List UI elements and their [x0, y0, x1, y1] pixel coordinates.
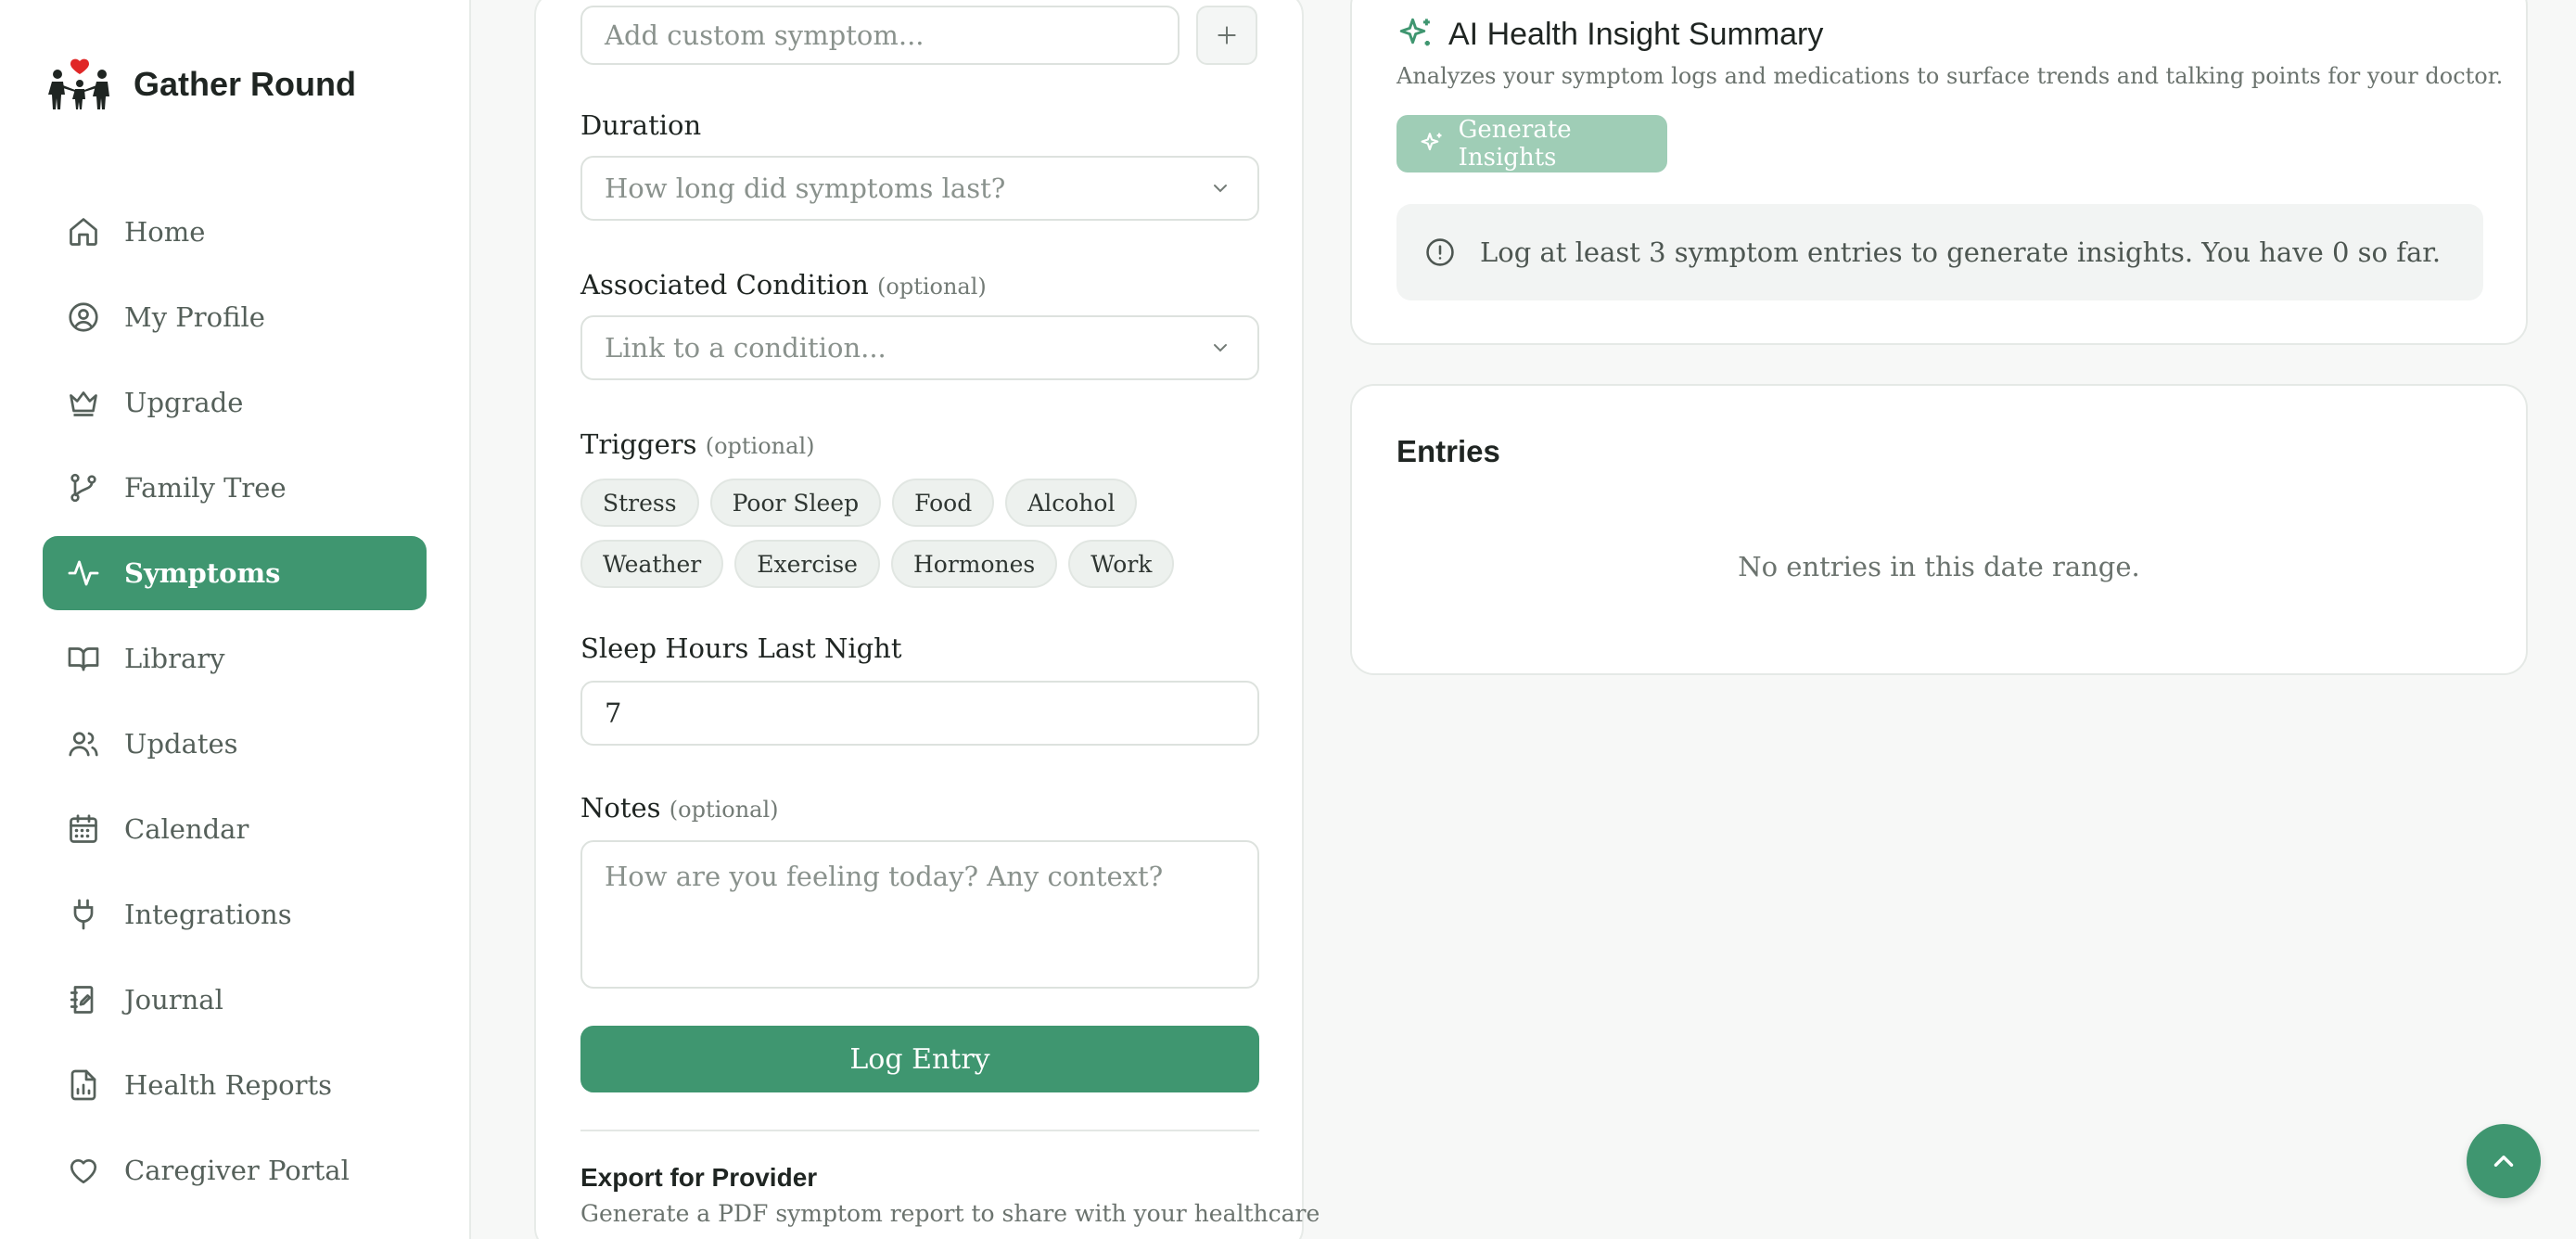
- condition-select[interactable]: Link to a condition...: [580, 315, 1259, 380]
- sidebar-item-label: Integrations: [124, 899, 292, 930]
- trigger-chip-work[interactable]: Work: [1068, 540, 1175, 588]
- crown-icon: [70, 391, 97, 416]
- chevron-down-icon: [1214, 185, 1227, 193]
- brand[interactable]: Gather Round: [48, 57, 356, 111]
- alert-circle-icon: [1426, 238, 1454, 266]
- trigger-chip-stress[interactable]: Stress: [580, 479, 699, 527]
- users-icon: [69, 732, 98, 757]
- trigger-chip-alcohol[interactable]: Alcohol: [1005, 479, 1138, 527]
- triggers-label-text: Triggers: [580, 428, 697, 460]
- sleep-hours-input[interactable]: 7: [580, 681, 1259, 746]
- sidebar-item-upgrade[interactable]: Upgrade: [43, 365, 427, 440]
- plug-icon: [73, 899, 94, 930]
- notebook-icon: [70, 986, 94, 1014]
- sleep-hours-label: Sleep Hours Last Night: [580, 632, 902, 664]
- duration-select[interactable]: How long did symptoms last?: [580, 156, 1259, 221]
- activity-icon: [68, 560, 99, 586]
- heart-icon: [70, 1158, 97, 1184]
- sidebar-item-label: Home: [124, 216, 206, 248]
- custom-symptom-input[interactable]: Add custom symptom...: [580, 6, 1180, 65]
- sidebar-item-home[interactable]: Home: [43, 195, 427, 269]
- sidebar-item-updates[interactable]: Updates: [43, 707, 427, 781]
- scroll-to-top-button[interactable]: [2467, 1124, 2541, 1198]
- symptom-form-panel: Add custom symptom... Duration How long …: [534, 0, 1320, 1239]
- sidebar-item-caregiver-portal[interactable]: Caregiver Portal: [43, 1133, 427, 1207]
- condition-label: Associated Condition (optional): [580, 269, 987, 300]
- book-open-icon: [68, 647, 99, 671]
- notes-textarea[interactable]: How are you feeling today? Any context?: [580, 840, 1259, 989]
- entries-title: Entries: [1396, 434, 1500, 468]
- divider: [580, 1130, 1259, 1131]
- trigger-chip-food[interactable]: Food: [892, 479, 995, 527]
- sleep-hours-value: 7: [605, 697, 622, 729]
- chevron-down-icon: [1214, 344, 1227, 352]
- insight-title: AI Health Insight Summary: [1448, 17, 1824, 52]
- trigger-chip-hormones[interactable]: Hormones: [890, 540, 1058, 588]
- insight-card: AI Health Insight Summary Analyzes your …: [1350, 0, 2528, 345]
- notes-label-text: Notes: [580, 792, 661, 824]
- trigger-chip-poor-sleep[interactable]: Poor Sleep: [709, 479, 882, 527]
- sparkles-icon: [1399, 18, 1430, 46]
- sidebar-item-label: My Profile: [124, 301, 265, 333]
- insight-notice-text: Log at least 3 symptom entries to genera…: [1480, 236, 2442, 268]
- trigger-chips: Stress Poor Sleep Food Alcohol Weather E…: [580, 479, 1285, 588]
- insight-description: Analyzes your symptom logs and medicatio…: [1396, 63, 2504, 89]
- entries-empty-state: No entries in this date range.: [1738, 551, 2140, 582]
- duration-placeholder: How long did symptoms last?: [605, 172, 1006, 204]
- sidebar-item-label: Upgrade: [124, 387, 244, 418]
- trigger-chip-exercise[interactable]: Exercise: [734, 540, 880, 588]
- export-title: Export for Provider: [580, 1163, 818, 1192]
- sidebar-item-library[interactable]: Library: [43, 621, 427, 696]
- notes-placeholder: How are you feeling today? Any context?: [605, 861, 1164, 892]
- sidebar-item-label: Symptoms: [124, 557, 281, 589]
- sidebar-item-label: Family Tree: [124, 472, 287, 504]
- generate-insights-button[interactable]: Generate Insights: [1396, 115, 1667, 172]
- export-description: Generate a PDF symptom report to share w…: [580, 1200, 1320, 1227]
- chevron-up-icon: [2493, 1156, 2514, 1167]
- sidebar-item-calendar[interactable]: Calendar: [43, 792, 427, 866]
- generate-insights-label: Generate Insights: [1458, 116, 1572, 172]
- sidebar-item-journal[interactable]: Journal: [43, 963, 427, 1037]
- brand-title: Gather Round: [134, 65, 356, 103]
- entries-card: Entries No entries in this date range.: [1350, 384, 2528, 675]
- user-circle-icon: [69, 302, 98, 332]
- sidebar-item-label: Journal: [124, 984, 223, 1015]
- file-chart-icon: [70, 1069, 96, 1101]
- calendar-icon: [70, 814, 97, 843]
- sidebar-item-label: Calendar: [124, 813, 249, 845]
- condition-label-text: Associated Condition: [580, 269, 869, 300]
- add-symptom-button[interactable]: [1196, 6, 1257, 65]
- sidebar-item-label: Caregiver Portal: [124, 1155, 350, 1186]
- optional-hint: (optional): [705, 433, 815, 459]
- sparkles-icon: [1421, 133, 1442, 151]
- sidebar-item-label: Updates: [124, 728, 238, 760]
- duration-label: Duration: [580, 109, 702, 141]
- triggers-label: Triggers (optional): [580, 428, 814, 460]
- family-heart-icon: [48, 58, 109, 109]
- sidebar-item-label: Library: [124, 643, 225, 674]
- condition-placeholder: Link to a condition...: [605, 332, 886, 364]
- trigger-chip-weather[interactable]: Weather: [580, 540, 724, 588]
- custom-symptom-placeholder: Add custom symptom...: [605, 19, 925, 51]
- optional-hint: (optional): [669, 797, 779, 823]
- log-entry-button[interactable]: Log Entry: [580, 1026, 1259, 1092]
- sidebar-item-family-tree[interactable]: Family Tree: [43, 451, 427, 525]
- notes-label: Notes (optional): [580, 792, 779, 824]
- git-branch-icon: [70, 473, 96, 503]
- sidebar-item-health-reports[interactable]: Health Reports: [43, 1048, 427, 1122]
- sidebar-item-label: Health Reports: [124, 1069, 332, 1101]
- sidebar-nav: Home My Profile Upgrade Family Tree Symp…: [43, 195, 427, 1219]
- home-icon: [70, 218, 97, 246]
- sidebar: Gather Round Home My Profile Upgrade Fam…: [0, 0, 471, 1239]
- optional-hint: (optional): [877, 274, 987, 300]
- sidebar-item-my-profile[interactable]: My Profile: [43, 280, 427, 354]
- sidebar-item-symptoms[interactable]: Symptoms: [43, 536, 427, 610]
- insight-notice: Log at least 3 symptom entries to genera…: [1396, 204, 2483, 300]
- plus-icon: [1218, 26, 1236, 45]
- sidebar-item-integrations[interactable]: Integrations: [43, 877, 427, 952]
